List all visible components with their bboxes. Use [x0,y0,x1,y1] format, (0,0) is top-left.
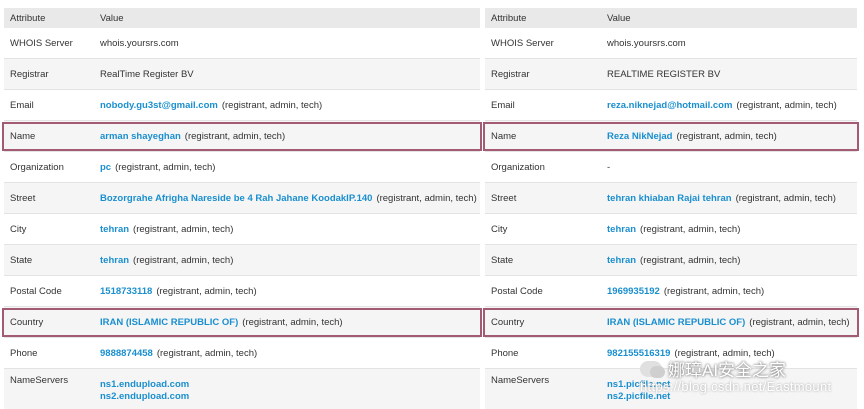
table-row-country: Country IRAN (ISLAMIC REPUBLIC OF) (regis… [483,307,859,338]
row-label: Name [10,130,36,142]
role-note: (registrant, admin, tech) [640,254,741,266]
row-label: Country [491,316,525,328]
row-label: Organization [491,161,545,173]
table-header: Attribute Value [4,8,480,28]
row-label: City [491,223,508,235]
table-header: Attribute Value [485,8,857,28]
row-label: Street [10,192,36,204]
role-note: (registrant, admin, tech) [156,285,257,297]
header-attribute: Attribute [491,12,527,24]
row-label: Street [491,192,517,204]
row-label: City [10,223,27,235]
organization-link[interactable]: pc [100,162,111,173]
role-note: (registrant, admin, tech) [115,161,216,173]
state-link[interactable]: tehran [607,255,636,266]
row-label: Email [10,99,34,111]
table-row-organization: Organization - [485,152,857,183]
role-note: (registrant, admin, tech) [749,316,850,328]
table-row-postal-code: Postal Code 1969935192 (registrant, admin… [485,276,857,307]
role-note: (registrant, admin, tech) [376,192,477,204]
row-label: State [10,254,33,266]
row-label: Phone [10,347,38,359]
table-row-email: Email nobody.gu3st@gmail.com (registrant,… [4,90,480,121]
row-label: WHOIS Server [10,37,73,49]
role-note: (registrant, admin, tech) [663,285,765,297]
table-row-phone: Phone 9888874458 (registrant, admin, tech… [4,338,480,369]
postal-code-link[interactable]: 1969935192 [607,286,660,297]
watermark: 娜璋AI安全之家 [640,356,786,381]
table-row-city: City tehran (registrant, admin, tech) [485,214,857,245]
table-row-organization: Organization pc (registrant, admin, tech) [4,152,480,183]
row-value: REALTIME REGISTER BV [607,68,721,80]
table-row-city: City tehran (registrant, admin, tech) [4,214,480,245]
postal-code-link[interactable]: 1518733118 [100,286,152,297]
row-label: Registrar [10,68,49,80]
role-note: (registrant, admin, tech) [156,347,258,359]
role-note: (registrant, admin, tech) [242,316,343,328]
table-row-registrar: Registrar REALTIME REGISTER BV [485,59,857,90]
row-label: Email [491,99,515,111]
wechat-icon [640,360,665,378]
table-row-nameservers: NameServers ns1.endupload.com ns2.endupl… [4,369,480,409]
nameserver-link[interactable]: ns1.endupload.com [100,379,189,391]
row-value: - [607,161,611,173]
whois-table-left: Attribute Value WHOIS Server whois.yours… [2,8,482,409]
watermark-url: https://blog.csdn.net/Eastmount [640,379,832,394]
table-row-whois: WHOIS Server whois.yoursrs.com [485,28,857,59]
header-value: Value [100,12,124,24]
email-link[interactable]: reza.niknejad@hotmail.com [607,100,732,111]
row-label: Postal Code [10,285,62,297]
table-row-state: State tehran (registrant, admin, tech) [4,245,480,276]
role-note: (registrant, admin, tech) [221,99,323,111]
name-link[interactable]: Reza NikNejad [607,131,672,142]
role-note: (registrant, admin, tech) [184,130,286,142]
row-label: Postal Code [491,285,543,297]
header-value: Value [607,12,631,24]
table-row-registrar: Registrar RealTime Register BV [4,59,480,90]
street-link[interactable]: tehran khiaban Rajai tehran [607,193,732,204]
row-label: Registrar [491,68,530,80]
city-link[interactable]: tehran [607,224,636,235]
row-label: NameServers [491,375,550,386]
state-link[interactable]: tehran [100,255,129,266]
role-note: (registrant, admin, tech) [640,223,741,235]
row-label: Organization [10,161,64,173]
street-link[interactable]: Bozorgrahe Afrigha Nareside be 4 Rah Jah… [100,193,372,204]
table-row-street: Street Bozorgrahe Afrigha Nareside be 4 … [4,183,480,214]
row-value: whois.yoursrs.com [607,37,686,49]
role-note: (registrant, admin, tech) [676,130,777,142]
nameserver-link[interactable]: ns2.endupload.com [100,391,189,403]
header-attribute: Attribute [10,12,46,24]
table-row-email: Email reza.niknejad@hotmail.com (registra… [485,90,857,121]
country-link[interactable]: IRAN (ISLAMIC REPUBLIC OF) [100,317,238,328]
table-row-whois: WHOIS Server whois.yoursrs.com [4,28,480,59]
role-note: (registrant, admin, tech) [736,99,837,111]
whois-table-right: Attribute Value WHOIS Server whois.yours… [483,8,859,409]
table-row-country: Country IRAN (ISLAMIC REPUBLIC OF) (regis… [2,307,482,338]
row-label: NameServers [10,375,69,386]
row-label: State [491,254,514,266]
name-link[interactable]: arman shayeghan [100,131,181,142]
table-row-street: Street tehran khiaban Rajai tehran (regis… [485,183,857,214]
city-link[interactable]: tehran [100,224,129,235]
watermark-title: 娜璋AI安全之家 [668,361,787,380]
row-label: WHOIS Server [491,37,554,49]
table-row-name: Name arman shayeghan (registrant, admin, … [2,121,482,152]
table-row-state: State tehran (registrant, admin, tech) [485,245,857,276]
role-note: (registrant, admin, tech) [133,223,234,235]
row-value: RealTime Register BV [100,68,194,80]
email-link[interactable]: nobody.gu3st@gmail.com [100,100,218,111]
role-note: (registrant, admin, tech) [133,254,234,266]
row-label: Name [491,130,517,142]
role-note: (registrant, admin, tech) [735,192,836,204]
phone-link[interactable]: 9888874458 [100,348,153,359]
country-link[interactable]: IRAN (ISLAMIC REPUBLIC OF) [607,317,745,328]
row-value: whois.yoursrs.com [100,37,179,49]
row-label: Phone [491,347,519,359]
table-row-postal-code: Postal Code 1518733118 (registrant, admin… [4,276,480,307]
table-row-name: Name Reza NikNejad (registrant, admin, te… [483,121,859,152]
row-label: Country [10,316,44,328]
